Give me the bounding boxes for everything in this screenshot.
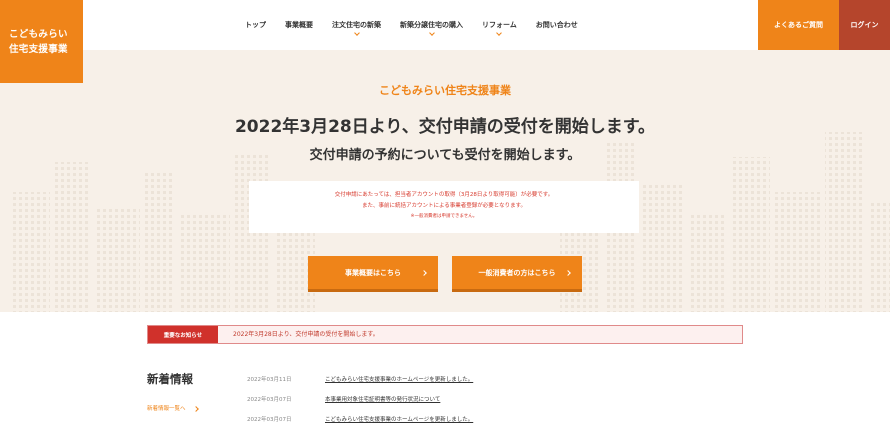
news-date: 2022年03月07日	[247, 417, 292, 423]
news-date: 2022年03月07日	[247, 397, 292, 403]
nav-label: リフォーム	[482, 21, 517, 29]
nav-label: 注文住宅の新築	[332, 21, 381, 29]
news-heading: 新着情報	[147, 372, 193, 386]
chevron-down-icon	[428, 30, 435, 36]
nav-item-top[interactable]: トップ	[245, 20, 266, 30]
nav-item-new-house-purchase[interactable]: 新築分譲住宅の購入	[400, 20, 463, 36]
button-label: 一般消費者の方はこちら	[478, 268, 556, 277]
notice-line: また、事前に統括アカウントによる事業者登録が必要となります。	[361, 203, 527, 209]
chevron-right-icon	[192, 405, 199, 412]
news-item: 2022年03月07日 本事業用対象住宅証明書等の発行状況について	[247, 389, 743, 409]
news-item: 2022年03月11日 こどもみらい住宅支援事業のホームページを更新しました。	[247, 369, 743, 389]
nav-label: トップ	[245, 21, 266, 29]
news-date: 2022年03月11日	[247, 377, 292, 383]
chevron-right-icon	[421, 269, 427, 276]
hero-title-secondary: 交付申請の予約についても受付を開始します。	[309, 148, 581, 163]
nav-label: 新築分譲住宅の購入	[400, 21, 463, 29]
nav-item-custom-house[interactable]: 注文住宅の新築	[332, 20, 381, 36]
nav-item-contact[interactable]: お問い合わせ	[536, 20, 578, 30]
nav-item-reform[interactable]: リフォーム	[482, 20, 517, 36]
news-all-link[interactable]: 新着情報一覧へ	[147, 404, 199, 412]
login-button[interactable]: ログイン	[839, 0, 890, 50]
news-item: 2022年03月07日 こどもみらい住宅支援事業のホームページを更新しました。	[247, 409, 743, 425]
overview-button[interactable]: 事業概要はこちら	[308, 256, 438, 289]
important-notice-message[interactable]: 2022年3月28日より、交付申請の受付を開始します。	[233, 326, 379, 343]
news-list: 2022年03月11日 こどもみらい住宅支援事業のホームページを更新しました。 …	[247, 369, 743, 425]
logo-line-1: こどもみらい	[9, 28, 68, 40]
main-nav: トップ 事業概要 注文住宅の新築 新築分譲住宅の購入 リフォーム お問い合わせ	[245, 0, 597, 50]
hero-subtitle: こどもみらい住宅支援事業	[379, 84, 511, 97]
nav-label: 事業概要	[285, 21, 313, 29]
news-all-link-label: 新着情報一覧へ	[147, 406, 186, 412]
nav-label: お問い合わせ	[535, 21, 578, 29]
chevron-down-icon	[496, 30, 503, 36]
site-logo[interactable]: こどもみらい 住宅支援事業	[0, 0, 83, 83]
application-notice-box: 交付申請にあたっては、担当者アカウントの取得（3月28日より取得可能）が必要です…	[249, 181, 639, 233]
notice-line: 交付申請にあたっては、担当者アカウントの取得（3月28日より取得可能）が必要です…	[334, 192, 554, 198]
important-notice-tag: 重要なお知らせ	[148, 326, 218, 343]
hero-title: 2022年3月28日より、交付申請の受付を開始します。	[234, 117, 656, 137]
important-notice-bar[interactable]: 重要なお知らせ 2022年3月28日より、交付申請の受付を開始します。	[147, 325, 743, 344]
hero-section: こどもみらい住宅支援事業 2022年3月28日より、交付申請の受付を開始します。…	[0, 50, 890, 312]
news-link[interactable]: こどもみらい住宅支援事業のホームページを更新しました。	[325, 415, 473, 423]
news-link[interactable]: 本事業用対象住宅証明書等の発行状況について	[325, 395, 440, 403]
logo-line-2: 住宅支援事業	[9, 43, 68, 55]
nav-item-overview[interactable]: 事業概要	[285, 20, 313, 30]
chevron-down-icon	[353, 30, 360, 36]
notice-footnote: ※一般消費者は申請できません。	[410, 214, 478, 219]
chevron-right-icon	[565, 269, 571, 276]
button-label: 事業概要はこちら	[345, 268, 401, 277]
site-header: トップ 事業概要 注文住宅の新築 新築分譲住宅の購入 リフォーム お問い合わせ …	[0, 0, 890, 50]
news-link[interactable]: こどもみらい住宅支援事業のホームページを更新しました。	[325, 375, 473, 383]
faq-button[interactable]: よくあるご質問	[758, 0, 839, 50]
consumer-button[interactable]: 一般消費者の方はこちら	[452, 256, 582, 289]
